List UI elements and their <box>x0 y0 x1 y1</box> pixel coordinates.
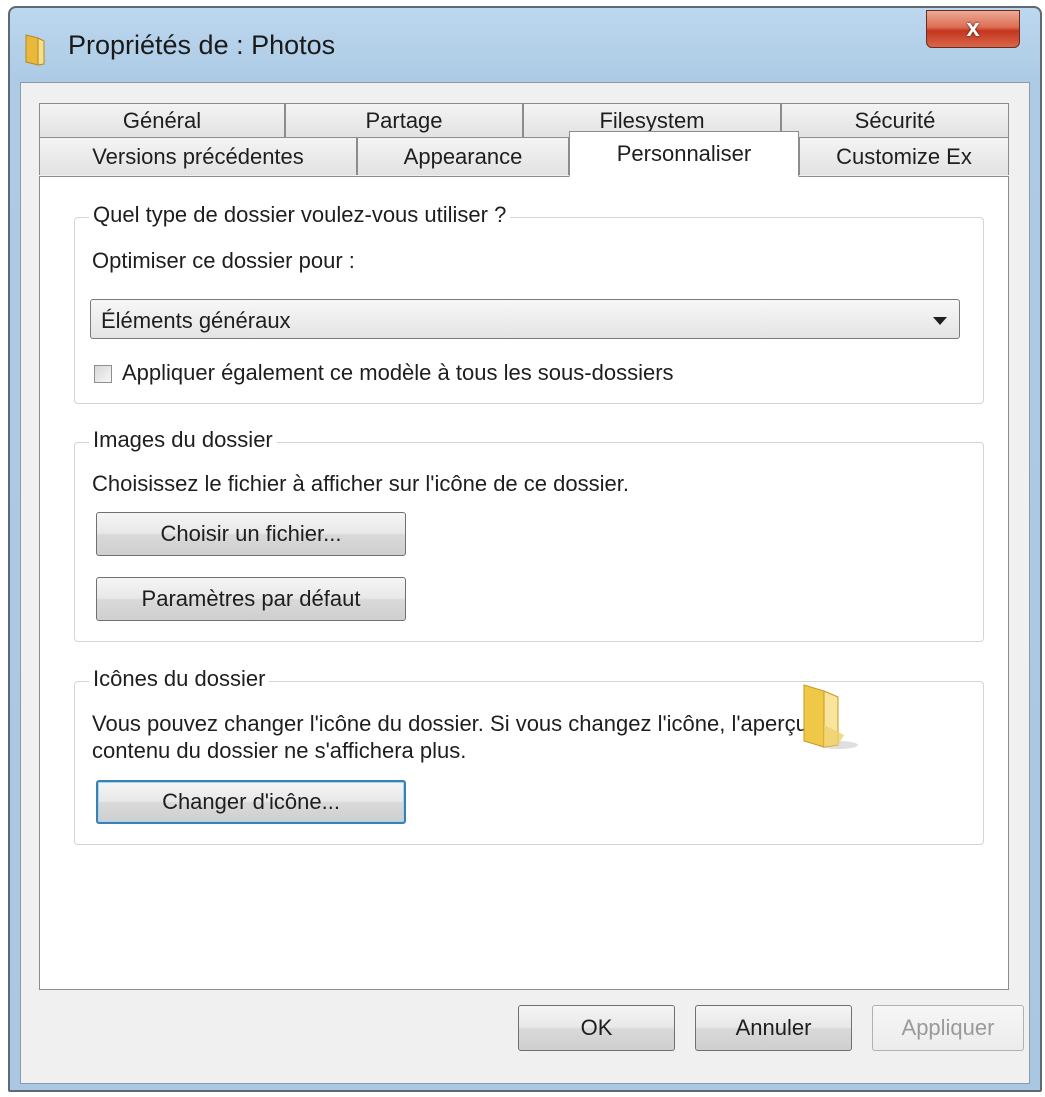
tab-sharing[interactable]: Partage <box>285 103 523 137</box>
tab-previous-versions[interactable]: Versions précédentes <box>39 137 357 175</box>
apply-subfolders-label[interactable]: Appliquer également ce modèle à tous les… <box>122 360 674 386</box>
folder-icons-description-line2: contenu du dossier ne s'affichera plus. <box>92 738 467 763</box>
folder-icons-legend: Icônes du dossier <box>89 666 270 692</box>
title-bar[interactable]: Propriétés de : Photos x <box>10 8 1040 82</box>
apply-subfolders-checkbox[interactable] <box>94 365 112 383</box>
tab-security[interactable]: Sécurité <box>781 103 1009 137</box>
tab-customize-ex[interactable]: Customize Ex <box>799 137 1009 175</box>
folder-images-legend: Images du dossier <box>89 427 277 453</box>
properties-window: Propriétés de : Photos x Général Partage… <box>8 6 1042 1092</box>
restore-default-button[interactable]: Paramètres par défaut <box>96 577 406 621</box>
close-button[interactable]: x <box>926 10 1020 48</box>
customize-tab-panel: Quel type de dossier voulez-vous utilise… <box>39 176 1009 990</box>
change-icon-button[interactable]: Changer d'icône... <box>96 780 406 824</box>
tab-appearance[interactable]: Appearance <box>357 137 569 175</box>
optimize-label: Optimiser ce dossier pour : <box>92 248 355 273</box>
cancel-button[interactable]: Annuler <box>695 1005 852 1051</box>
close-icon: x <box>966 15 980 42</box>
folder-icon <box>803 684 858 749</box>
folder-icon <box>25 34 45 66</box>
ok-button[interactable]: OK <box>518 1005 675 1051</box>
tab-general[interactable]: Général <box>39 103 285 137</box>
dialog-client-area: Général Partage Filesystem Sécurité Vers… <box>20 82 1030 1084</box>
chevron-down-icon <box>933 317 947 325</box>
folder-icons-description-line1: Vous pouvez changer l'icône du dossier. … <box>92 711 839 736</box>
folder-type-legend: Quel type de dossier voulez-vous utilise… <box>89 202 511 228</box>
folder-images-description: Choisissez le fichier à afficher sur l'i… <box>92 471 629 496</box>
choose-file-button[interactable]: Choisir un fichier... <box>96 512 406 556</box>
optimize-folder-select[interactable]: Éléments généraux <box>90 299 960 339</box>
window-title: Propriétés de : Photos <box>68 30 336 60</box>
optimize-folder-value: Éléments généraux <box>101 308 291 333</box>
tab-customize[interactable]: Personnaliser <box>569 131 799 177</box>
apply-button: Appliquer <box>872 1005 1024 1051</box>
